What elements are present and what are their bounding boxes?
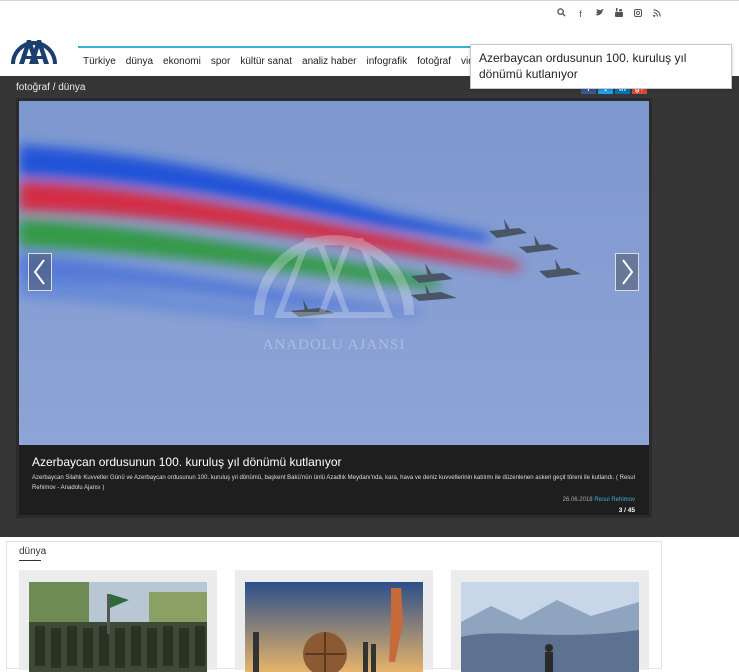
nav-item-infografik[interactable]: infografik [361, 46, 413, 76]
caption-date: 26.06.2018 [562, 497, 593, 503]
gallery-frame: ANADOLU AJANSI Azerbaycan ordusunun 100.… [16, 98, 652, 518]
photo-card[interactable] [451, 570, 649, 672]
caption-author[interactable]: Resul Rehimov [594, 497, 635, 503]
photo-gallery: fotoğraf / dünya f t in g+ [0, 76, 739, 537]
card-thumbnail[interactable] [29, 582, 207, 672]
nav-item-turkiye[interactable]: Türkiye [78, 46, 121, 76]
photo-card[interactable] [235, 570, 433, 672]
nav-item-ekonomi[interactable]: ekonomi [158, 46, 206, 76]
photo-caption: Azerbaycan ordusunun 100. kuruluş yıl dö… [19, 445, 649, 515]
gallery-photo[interactable]: ANADOLU AJANSI [19, 101, 649, 445]
nav-item-dunya[interactable]: dünya [120, 46, 159, 76]
caption-title: Azerbaycan ordusunun 100. kuruluş yıl dö… [32, 455, 342, 469]
watermark-text: ANADOLU AJANSI [263, 337, 406, 353]
card-thumbnail[interactable] [245, 582, 423, 672]
nav-item-fotograf[interactable]: fotoğraf [412, 46, 456, 76]
next-arrow-button[interactable] [615, 253, 639, 291]
search-icon[interactable] [552, 8, 571, 20]
tooltip: Azerbaycan ordusunun 100. kuruluş yıl dö… [470, 44, 732, 89]
section-underline [19, 560, 41, 561]
chevron-right-icon [622, 259, 634, 285]
nav-item-kultur-sanat[interactable]: kültür sanat [235, 46, 298, 76]
rss-icon[interactable] [647, 8, 666, 20]
chevron-left-icon [33, 259, 45, 285]
section-title: dünya [19, 546, 47, 557]
youtube-icon[interactable] [609, 8, 628, 20]
caption-meta: 26.06.2018 Resul Rehimov [563, 497, 635, 503]
main-nav: Türkiye dünya ekonomi spor kültür sanat … [78, 46, 490, 74]
card-thumbnail[interactable] [461, 582, 639, 672]
photo-counter: 3 / 45 [618, 507, 635, 514]
header-social-icons: f [552, 8, 666, 20]
caption-body: Azerbaycan Silahlı Kuvvetler Günü ve Aze… [32, 475, 635, 491]
instagram-icon[interactable] [628, 8, 647, 20]
twitter-icon[interactable] [590, 8, 609, 20]
prev-arrow-button[interactable] [28, 253, 52, 291]
related-section: dünya [6, 541, 662, 672]
nav-item-spor[interactable]: spor [205, 46, 236, 76]
breadcrumb[interactable]: fotoğraf / dünya [16, 82, 86, 93]
aa-logo[interactable] [11, 30, 57, 68]
nav-item-analiz-haber[interactable]: analiz haber [297, 46, 362, 76]
facebook-icon[interactable]: f [571, 8, 590, 20]
top-border [0, 0, 739, 5]
photo-card[interactable] [19, 570, 217, 672]
